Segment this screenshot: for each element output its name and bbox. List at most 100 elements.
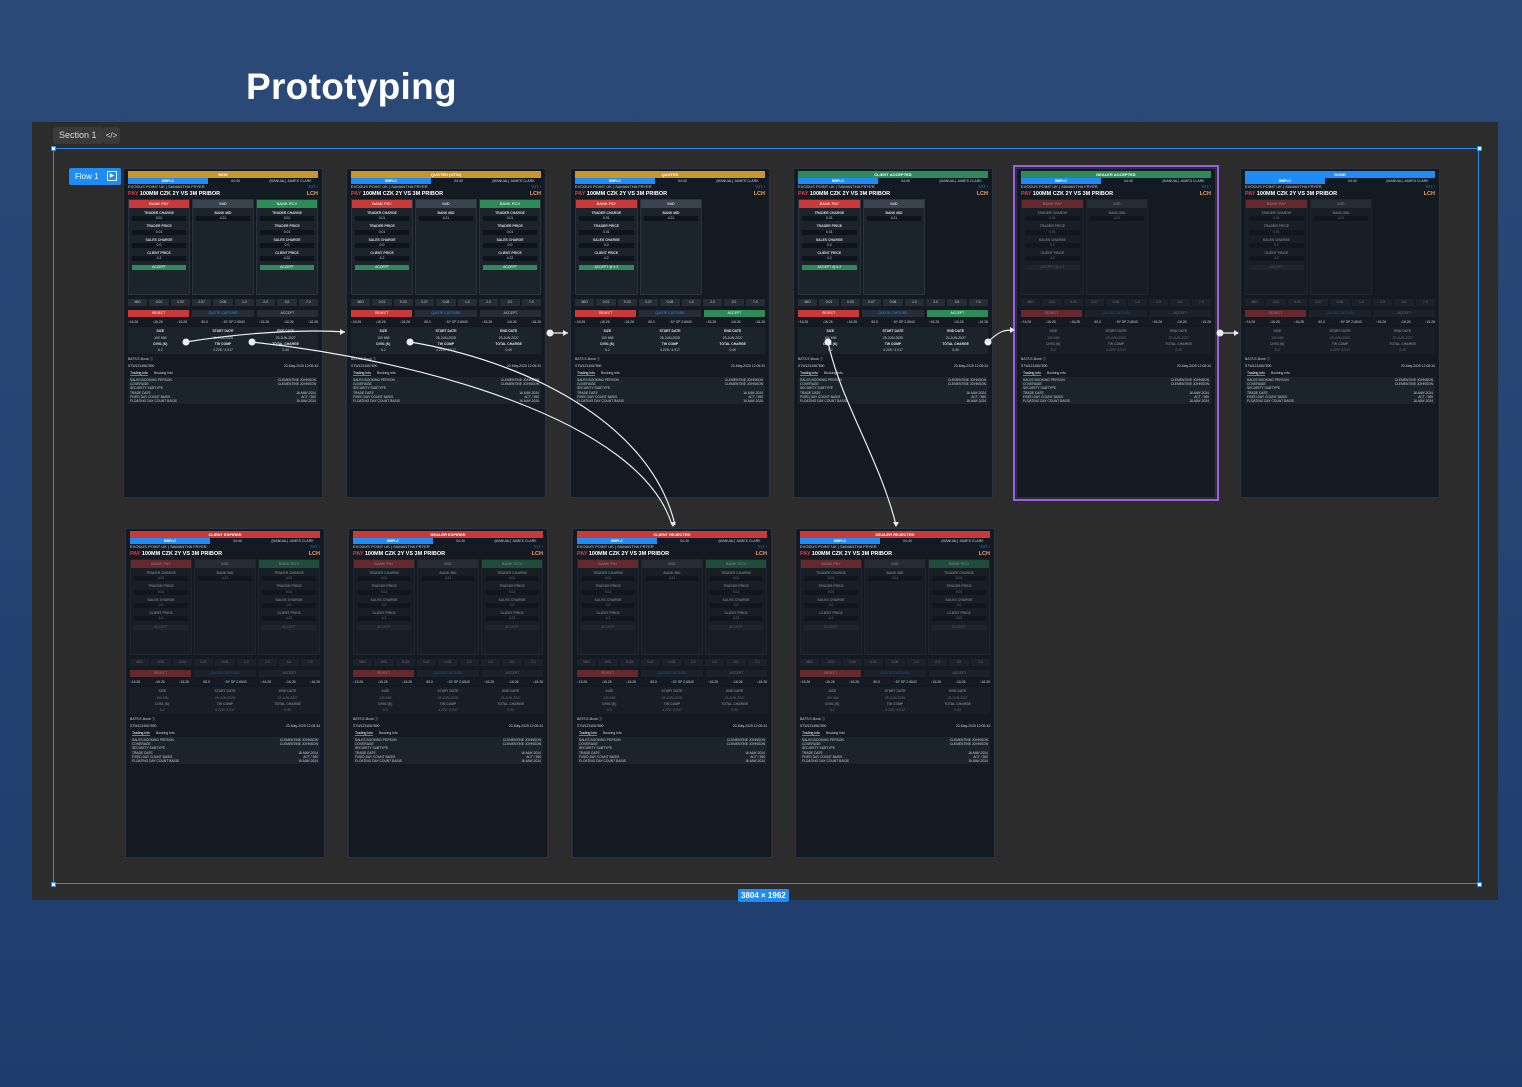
sales-charge-stepper[interactable]: 0.0 xyxy=(357,602,411,608)
tab-trading-info[interactable]: Trading Info xyxy=(577,371,595,377)
tick-button[interactable]: MID xyxy=(1245,299,1265,307)
tick-button[interactable]: 3.0 xyxy=(500,299,520,307)
accept-button[interactable]: ACCEPT xyxy=(262,624,316,630)
tick-button[interactable]: 3.0 xyxy=(947,299,967,307)
reject-button[interactable]: REJECT xyxy=(800,670,862,678)
client-price-stepper[interactable]: 4.22 xyxy=(483,255,537,261)
tab-booking-info[interactable]: Booking Info xyxy=(1271,371,1290,376)
tick-button[interactable]: 2.0 xyxy=(480,659,501,667)
tick-button[interactable]: 0.01 xyxy=(1042,299,1062,307)
tick-button[interactable]: 0.07 xyxy=(1308,299,1329,307)
sales-charge-stepper[interactable]: 0.0 xyxy=(134,602,188,608)
resize-handle[interactable] xyxy=(1477,146,1482,151)
column-header[interactable]: MID xyxy=(865,560,925,569)
tick-button[interactable]: 0.03 xyxy=(395,659,415,667)
accept-button[interactable]: ACCEPT xyxy=(804,624,858,630)
reject-button[interactable]: REJECT xyxy=(1021,310,1083,318)
accept-action-button[interactable]: ACCEPT xyxy=(705,670,767,678)
trade-ticket-frame[interactable]: DEALER EXPIRED BBPLC 04:40 (MANUAL) JAMES C… xyxy=(348,528,548,858)
quote-capture-button[interactable]: QUOTE CAPTURE xyxy=(417,670,479,678)
column-header[interactable]: BANK RCV xyxy=(929,560,989,569)
client-price-stepper[interactable]: 4.22 xyxy=(485,615,539,621)
sales-charge-stepper[interactable]: 0.0 xyxy=(1025,242,1080,248)
tick-button[interactable]: 7.0 xyxy=(968,299,988,307)
tick-button[interactable]: 0.08 xyxy=(438,659,458,667)
client-price-stepper[interactable]: 4.22 xyxy=(262,615,316,621)
tick-button[interactable]: 2.0 xyxy=(257,659,278,667)
tick-button[interactable]: 0.07 xyxy=(1084,299,1105,307)
column-header[interactable]: BANK PAY xyxy=(1246,200,1307,209)
column-header[interactable]: BANK PAY xyxy=(352,200,412,209)
trade-ticket-frame[interactable]: QUOTED BBPLC 04:40 (MANUAL) JAMES CLARK EXOD… xyxy=(570,168,770,498)
sales-charge-stepper[interactable]: 0.0 xyxy=(355,242,409,248)
client-price-stepper[interactable]: 4.2 xyxy=(804,615,858,621)
accept-action-button[interactable]: ACCEPT xyxy=(1373,310,1435,318)
client-price-stepper[interactable]: 4.2 xyxy=(581,615,635,621)
tab-booking-info[interactable]: Booking Info xyxy=(1047,371,1066,376)
tick-button[interactable]: 1.0 xyxy=(683,659,703,667)
tick-button[interactable]: 3.0 xyxy=(502,659,522,667)
flow-start-button[interactable]: Flow 1 ▶ xyxy=(69,168,121,185)
tab-trading-info[interactable]: Trading Info xyxy=(579,731,597,737)
tick-button[interactable]: 0.07 xyxy=(416,659,437,667)
column-header[interactable]: BANK PAY xyxy=(576,200,637,209)
trade-ticket-frame[interactable]: DEALER ACCEPTED BBPLC 04:40 (MANUAL) JAMES … xyxy=(1013,165,1219,501)
tick-button[interactable]: 0.08 xyxy=(662,659,682,667)
client-price-stepper[interactable]: 4.2 xyxy=(357,615,411,621)
tick-button[interactable]: 2.0 xyxy=(1372,299,1393,307)
tick-button[interactable]: MID xyxy=(798,299,818,307)
sales-charge-stepper[interactable]: 0.0 xyxy=(485,602,539,608)
tick-button[interactable]: 2.0 xyxy=(925,299,946,307)
reject-button[interactable]: REJECT xyxy=(351,310,413,318)
trade-ticket-frame[interactable]: DEALER REJECTED BBPLC 04:40 (MANUAL) JAMES … xyxy=(795,528,995,858)
accept-button[interactable]: ACCEPT @ 4.2 xyxy=(579,264,634,270)
accept-button[interactable]: ACCEPT xyxy=(581,624,635,630)
accept-button[interactable]: ACCEPT xyxy=(483,264,537,270)
tick-button[interactable]: MID xyxy=(130,659,150,667)
accept-button[interactable]: ACCEPT @ 4.2 xyxy=(802,264,857,270)
column-header[interactable]: MID xyxy=(418,560,478,569)
column-header[interactable]: MID xyxy=(1086,200,1148,209)
tick-button[interactable]: 0.01 xyxy=(151,659,171,667)
tab-booking-info[interactable]: Booking Info xyxy=(156,731,175,736)
accept-button[interactable]: ACCEPT xyxy=(1249,264,1304,270)
trade-ticket-frame[interactable]: CLIENT ACCEPTED BBPLC 04:40 (MANUAL) JAMES … xyxy=(793,168,993,498)
column-header[interactable]: BANK PAY xyxy=(131,560,191,569)
sales-charge-stepper[interactable]: 0.0 xyxy=(932,602,986,608)
tick-button[interactable]: 0.03 xyxy=(1287,299,1307,307)
tick-button[interactable]: 0.07 xyxy=(638,299,659,307)
code-icon[interactable]: </> xyxy=(103,127,120,144)
tick-button[interactable]: 0.03 xyxy=(393,299,413,307)
tab-booking-info[interactable]: Booking Info xyxy=(601,371,620,376)
tab-booking-info[interactable]: Booking Info xyxy=(603,731,622,736)
column-header[interactable]: BANK RCV xyxy=(706,560,766,569)
column-header[interactable]: BANK PAY xyxy=(578,560,638,569)
quote-capture-button[interactable]: QUOTE CAPTURE xyxy=(192,310,254,318)
column-header[interactable]: BANK PAY xyxy=(1022,200,1083,209)
accept-action-button[interactable]: ACCEPT xyxy=(481,670,543,678)
tick-button[interactable]: 1.0 xyxy=(904,299,924,307)
quote-capture-button[interactable]: QUOTE CAPTURE xyxy=(864,670,926,678)
tick-button[interactable]: 3.0 xyxy=(277,299,297,307)
trade-ticket-frame[interactable]: CLIENT EXPIRED BBPLC 04:40 (MANUAL) JAMES C… xyxy=(125,528,325,858)
tick-button[interactable]: 2.0 xyxy=(1148,299,1169,307)
tick-button[interactable]: 7.0 xyxy=(300,659,320,667)
trade-ticket-frame[interactable]: CLIENT REJECTED BBPLC 04:40 (MANUAL) JAMES … xyxy=(572,528,772,858)
accept-button[interactable]: ACCEPT xyxy=(932,624,986,630)
accept-action-button[interactable]: ACCEPT xyxy=(258,670,320,678)
tick-button[interactable]: 0.07 xyxy=(193,659,214,667)
tab-booking-info[interactable]: Booking Info xyxy=(826,731,845,736)
tick-button[interactable]: 3.0 xyxy=(1170,299,1190,307)
client-price-stepper[interactable]: 4.22 xyxy=(709,615,763,621)
quote-capture-button[interactable]: QUOTE CAPTURE xyxy=(1309,310,1371,318)
reject-button[interactable]: REJECT xyxy=(130,670,192,678)
tab-trading-info[interactable]: Trading Info xyxy=(130,371,148,377)
tab-booking-info[interactable]: Booking Info xyxy=(824,371,843,376)
accept-action-button[interactable]: ACCEPT xyxy=(703,310,765,318)
quote-capture-button[interactable]: QUOTE CAPTURE xyxy=(1085,310,1147,318)
quote-capture-button[interactable]: QUOTE CAPTURE xyxy=(641,670,703,678)
reject-button[interactable]: REJECT xyxy=(353,670,415,678)
quote-capture-button[interactable]: QUOTE CAPTURE xyxy=(194,670,256,678)
client-price-stepper[interactable]: 4.2 xyxy=(134,615,188,621)
accept-action-button[interactable]: ACCEPT xyxy=(926,310,988,318)
